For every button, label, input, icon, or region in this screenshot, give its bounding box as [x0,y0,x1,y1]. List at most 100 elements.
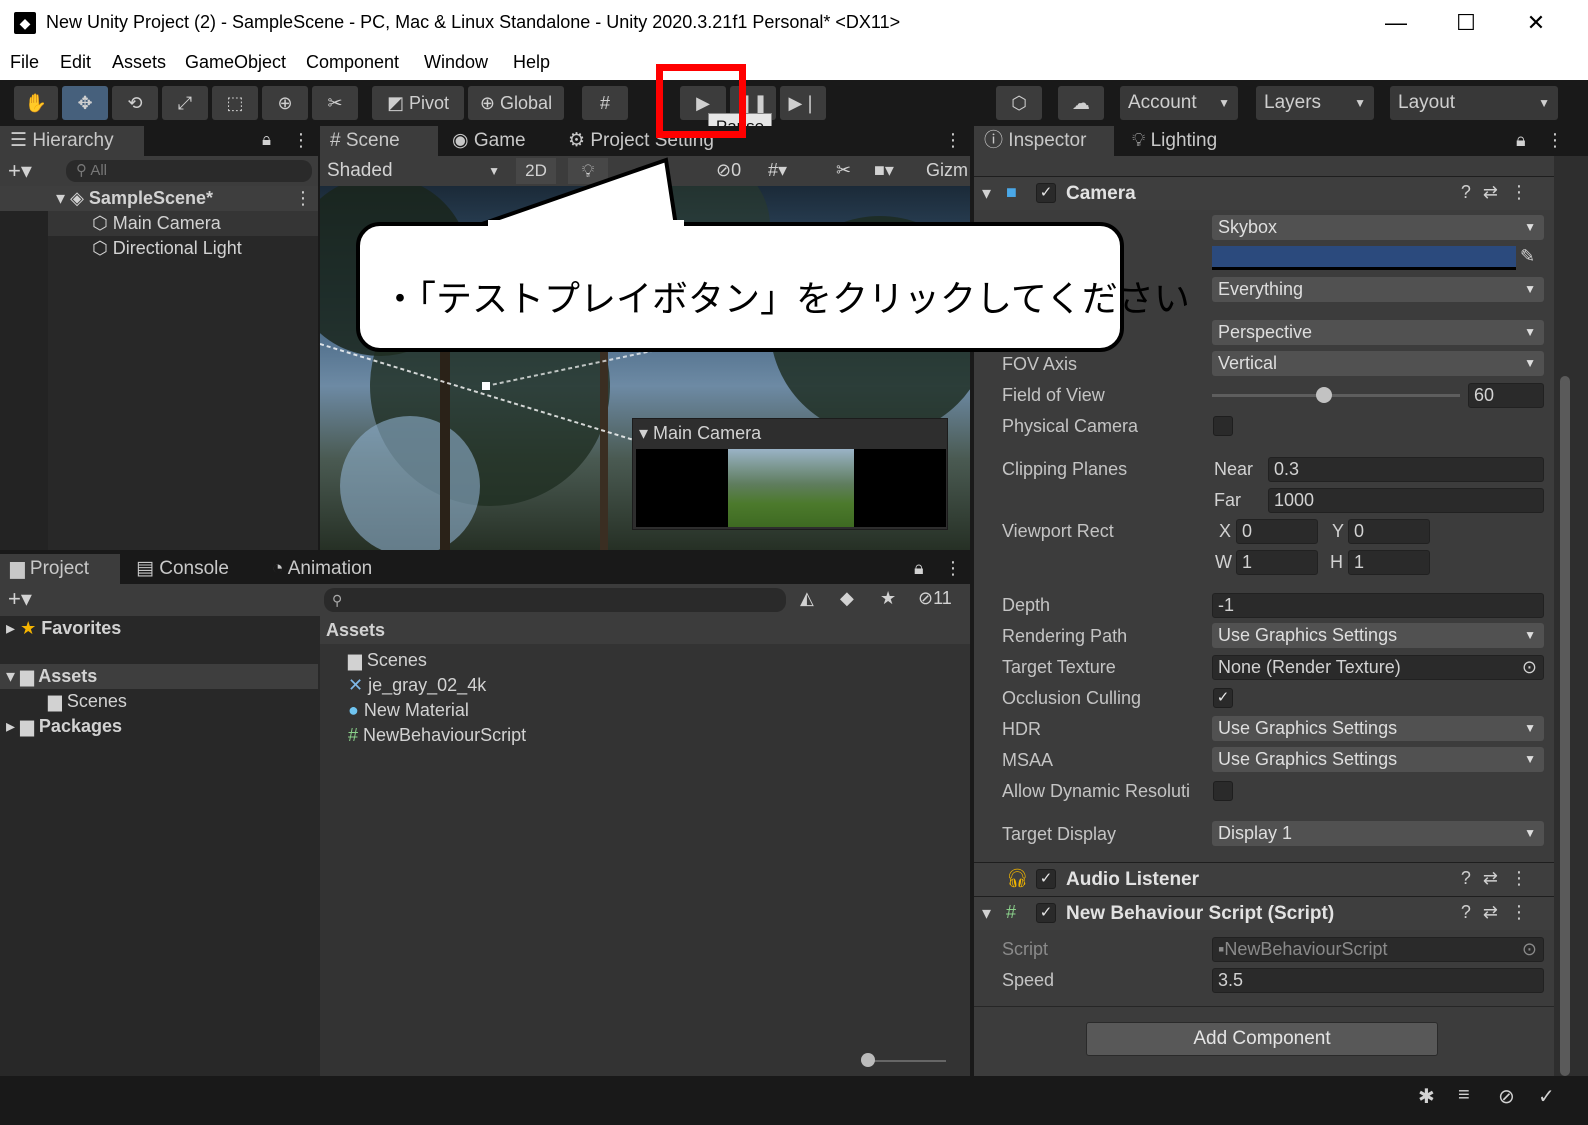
far-field[interactable]: 1000 [1268,488,1544,513]
auto-generate-lighting-icon[interactable]: ⊘ [1498,1084,1515,1109]
hidden-objects-toggle[interactable]: ⊘0 [716,160,741,181]
tab-hierarchy[interactable]: ☰ Hierarchy [0,126,144,156]
hierarchy-search-input[interactable]: ⚲ All [66,160,312,182]
fov-value-field[interactable]: 60 [1468,383,1544,408]
gizmos-dropdown[interactable]: Gizm [926,160,970,181]
add-icon[interactable]: +▾ [8,586,32,612]
scale-tool-icon[interactable]: ⤢ [162,86,208,120]
menu-file[interactable]: File [10,52,39,73]
fov-slider-handle[interactable] [1315,387,1332,403]
tab-animation[interactable]: ◔ Animation [262,554,402,584]
asset-item[interactable]: ● New Material [348,698,469,723]
pivot-button[interactable]: ◩ Pivot [372,86,464,120]
scene-kebab-icon[interactable]: ⋮ [294,188,312,209]
cache-server-icon[interactable]: ≡ [1458,1084,1470,1107]
tree-scenes[interactable]: ▆ Scenes [48,689,127,714]
menu-help[interactable]: Help [513,52,550,73]
target-display-dropdown[interactable]: Display 1 ▼ [1212,821,1544,846]
tab-inspector[interactable]: ⓘ Inspector [974,126,1114,156]
transform-tool-icon[interactable]: ⊕ [262,86,308,120]
camera-component-header[interactable]: ▾ ■ ✓ Camera ?⇄⋮ [974,176,1554,210]
viewport-h-field[interactable]: 1 [1348,550,1430,575]
component-header-icons[interactable]: ?⇄⋮ [1461,182,1540,203]
step-button[interactable]: ▶❘ [780,86,826,120]
tab-console[interactable]: ▤ Console [126,554,254,584]
check-circle-icon[interactable]: ✓ [1538,1084,1555,1109]
scene-row[interactable]: ▾ ◈ SampleScene* [0,186,318,211]
projection-dropdown[interactable]: Perspective ▼ [1212,320,1544,345]
component-header-icons[interactable]: ?⇄⋮ [1461,902,1540,923]
global-button[interactable]: ⊕ Global [468,86,564,120]
custom-tool-icon[interactable]: ✂ [312,86,358,120]
depth-field[interactable]: -1 [1212,593,1544,618]
inspector-scrollbar[interactable] [1554,156,1588,1076]
audio-listener-checkbox[interactable]: ✓ [1036,869,1056,889]
maximize-button[interactable]: ☐ [1442,6,1490,40]
grid-icon[interactable]: #▾ [768,160,787,181]
clear-flags-dropdown[interactable]: Skybox ▼ [1212,215,1544,240]
tab-project[interactable]: ▆ Project [0,554,120,584]
camera-enabled-checkbox[interactable]: ✓ [1036,183,1056,203]
kebab-menu-icon[interactable]: ⋮ [1546,130,1564,151]
icon-size-slider-handle[interactable] [861,1053,875,1067]
script-enabled-checkbox[interactable]: ✓ [1036,903,1056,923]
eyedropper-icon[interactable]: ✎ [1520,246,1535,267]
hand-tool-icon[interactable]: ✋ [14,86,58,120]
fov-axis-dropdown[interactable]: Vertical ▼ [1212,351,1544,376]
move-tool-icon[interactable]: ✥ [62,86,108,120]
add-component-button[interactable]: Add Component [1086,1022,1438,1056]
msaa-dropdown[interactable]: Use Graphics Settings ▼ [1212,747,1544,772]
tab-scene[interactable]: # Scene [320,126,438,156]
menu-assets[interactable]: Assets [112,52,166,73]
rotate-tool-icon[interactable]: ⟲ [112,86,158,120]
kebab-menu-icon[interactable]: ⋮ [292,130,310,151]
near-field[interactable]: 0.3 [1268,457,1544,482]
layers-dropdown[interactable]: Layers ▼ [1256,86,1374,120]
tree-packages[interactable]: ▸ ▆ Packages [6,714,122,739]
tab-game[interactable]: ◉ Game [442,126,552,156]
rect-tool-icon[interactable]: ⬚ [212,86,258,120]
culling-mask-dropdown[interactable]: Everything ▼ [1212,277,1544,302]
lock-icon[interactable]: 🔒︎ [914,558,924,579]
star-icon[interactable]: ★ [880,588,896,609]
occlusion-culling-checkbox[interactable]: ✓ [1213,688,1233,708]
tree-assets[interactable]: ▾ ▆ Assets [0,664,318,689]
tag-icon[interactable]: ◆ [840,588,854,609]
icon-size-slider[interactable] [866,1060,946,1062]
kebab-menu-icon[interactable]: ⋮ [944,558,962,579]
grid-snap-icon[interactable]: # [582,86,628,120]
hdr-dropdown[interactable]: Use Graphics Settings ▼ [1212,716,1544,741]
hierarchy-item[interactable]: ⬡ Main Camera [48,211,318,236]
background-color-swatch[interactable] [1212,246,1516,270]
menu-gameobject[interactable]: GameObject [185,52,286,73]
add-icon[interactable]: +▾ [8,158,32,184]
asset-item[interactable]: ✕ je_gray_02_4k [348,673,486,698]
tab-lighting[interactable]: 💡︎ Lighting [1122,126,1252,156]
audio-listener-header[interactable]: 🎧︎ ✓ Audio Listener ?⇄⋮ [974,862,1554,896]
rendering-path-dropdown[interactable]: Use Graphics Settings ▼ [1212,623,1544,648]
camera-icon[interactable]: ■▾ [874,160,894,181]
assets-breadcrumb[interactable]: Assets [320,616,970,644]
collab-icon[interactable]: ⬡ [996,86,1042,120]
object-picker-icon[interactable]: ⊙ [1522,656,1537,679]
cloud-icon[interactable]: ☁ [1058,86,1104,120]
speed-field[interactable]: 3.5 [1212,968,1544,993]
lock-icon[interactable]: 🔒︎ [262,130,271,150]
menu-component[interactable]: Component [306,52,399,73]
hierarchy-item[interactable]: ⬡ Directional Light [48,236,318,261]
layout-dropdown[interactable]: Layout ▼ [1390,86,1558,120]
lock-icon[interactable]: 🔒︎ [1516,130,1526,151]
filter-type-icon[interactable]: ◭ [800,588,814,609]
scrollbar-thumb[interactable] [1560,376,1570,1076]
viewport-x-field[interactable]: 0 [1236,519,1318,544]
project-search-input[interactable]: ⚲ [324,588,786,612]
asset-item[interactable]: ▆ Scenes [348,648,427,673]
account-dropdown[interactable]: Account ▼ [1120,86,1238,120]
tree-favorites[interactable]: ▸ ★ Favorites [6,616,121,641]
fov-slider-track[interactable] [1212,394,1460,397]
minimize-button[interactable]: — [1372,6,1420,40]
bug-icon[interactable]: ✱ [1418,1084,1435,1109]
tools-icon[interactable]: ✂ [836,160,851,181]
kebab-menu-icon[interactable]: ⋮ [944,130,962,151]
asset-item[interactable]: # NewBehaviourScript [348,723,526,748]
